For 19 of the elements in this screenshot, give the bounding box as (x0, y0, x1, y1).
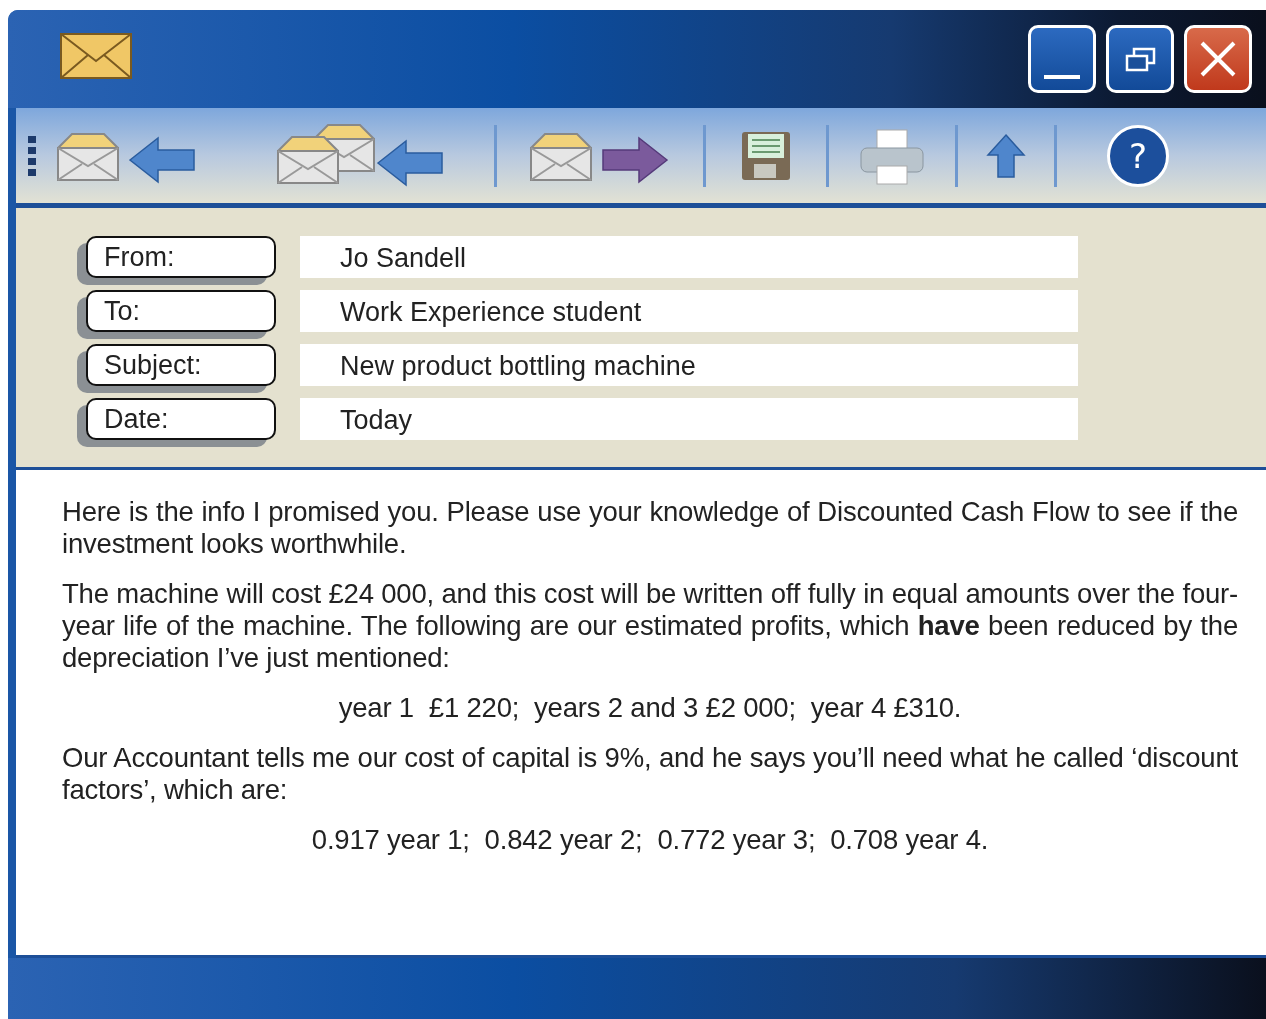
field-value: New product bottling machine (300, 344, 1078, 386)
up-arrow-button[interactable] (986, 132, 1026, 179)
save-button[interactable] (740, 129, 792, 182)
message-paragraph: Our Accountant tells me our cost of capital is 9%, and he says you’ll need what he called ‘discount factors’, which are: (62, 742, 1238, 806)
restore-button[interactable] (1106, 25, 1174, 93)
field-value: Work Experience student (300, 290, 1078, 332)
grip-icon (28, 135, 36, 176)
field-value: Today (300, 398, 1078, 440)
help-button[interactable]: ? (1107, 124, 1169, 187)
message-paragraph: Here is the info I promised you. Please use your knowledge of Discounted Cash Flow to see if the investment looks worthwhile. (62, 496, 1238, 560)
reply-all-button[interactable] (276, 122, 446, 189)
envelope-icon (60, 33, 132, 79)
close-button[interactable] (1184, 25, 1252, 93)
message-paragraph: year 1 £1 220; years 2 and 3 £2 000; year 4 £310. (337, 692, 963, 724)
message-paragraph: 0.917 year 1; 0.842 year 2; 0.772 year 3; 0.708 year 4. (310, 824, 990, 856)
minimize-button[interactable] (1028, 25, 1096, 93)
field-value: Jo Sandell (300, 236, 1078, 278)
message-paragraph: The machine will cost £24 000, and this cost will be written off fully in equal amounts over the four-year life of the machine. The following are our estimated profits, which have been reduced by the depreciation I’ve just mentioned: (62, 578, 1238, 674)
minimize-icon (1044, 75, 1080, 79)
